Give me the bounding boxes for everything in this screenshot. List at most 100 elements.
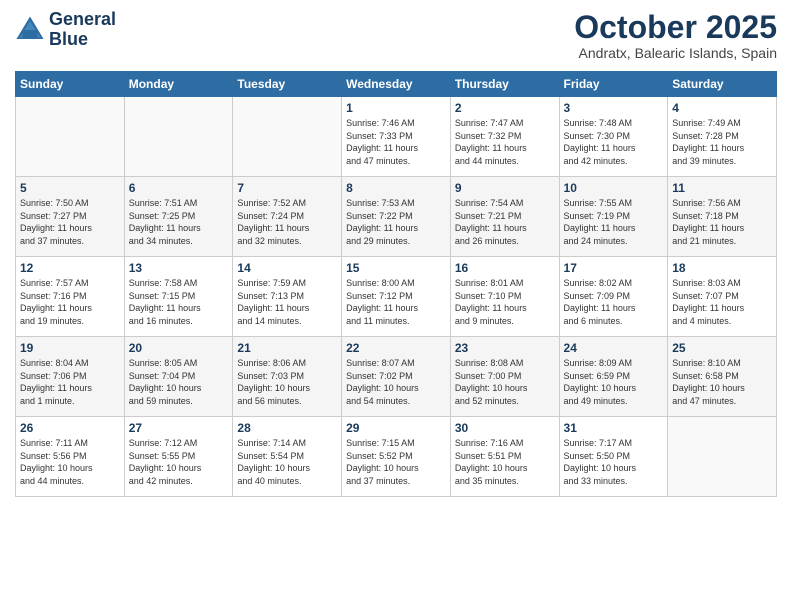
day-number: 15 <box>346 261 446 275</box>
day-number: 19 <box>20 341 120 355</box>
calendar-cell: 18 Sunrise: 8:03 AMSunset: 7:07 PMDayligh… <box>668 257 777 337</box>
day-info: Sunrise: 8:03 AMSunset: 7:07 PMDaylight:… <box>672 277 772 327</box>
day-info: Sunrise: 7:11 AMSunset: 5:56 PMDaylight:… <box>20 437 120 487</box>
day-number: 9 <box>455 181 555 195</box>
day-info: Sunrise: 7:12 AMSunset: 5:55 PMDaylight:… <box>129 437 229 487</box>
calendar-cell: 7 Sunrise: 7:52 AMSunset: 7:24 PMDaylight… <box>233 177 342 257</box>
header-day: Saturday <box>668 72 777 97</box>
page: General Blue October 2025 Andratx, Balea… <box>0 0 792 612</box>
day-number: 14 <box>237 261 337 275</box>
calendar-cell: 4Sunrise: 7:49 AMSunset: 7:28 PMDaylight… <box>668 97 777 177</box>
logo-icon <box>15 15 45 45</box>
day-info: Sunrise: 7:53 AMSunset: 7:22 PMDaylight:… <box>346 197 446 247</box>
header-day: Thursday <box>450 72 559 97</box>
header-day: Friday <box>559 72 668 97</box>
day-info: Sunrise: 8:04 AMSunset: 7:06 PMDaylight:… <box>20 357 120 407</box>
header-day: Tuesday <box>233 72 342 97</box>
calendar-cell: 27 Sunrise: 7:12 AMSunset: 5:55 PMDayligh… <box>124 417 233 497</box>
day-info: Sunrise: 7:54 AMSunset: 7:21 PMDaylight:… <box>455 197 555 247</box>
calendar-cell: 13Sunrise: 7:58 AMSunset: 7:15 PMDayligh… <box>124 257 233 337</box>
week-row: 1 Sunrise: 7:46 AMSunset: 7:33 PMDaylight… <box>16 97 777 177</box>
day-number: 24 <box>564 341 664 355</box>
day-number: 28 <box>237 421 337 435</box>
day-number: 8 <box>346 181 446 195</box>
day-info: Sunrise: 8:02 AMSunset: 7:09 PMDaylight:… <box>564 277 664 327</box>
calendar-header: SundayMondayTuesdayWednesdayThursdayFrid… <box>16 72 777 97</box>
calendar-cell: 1 Sunrise: 7:46 AMSunset: 7:33 PMDaylight… <box>342 97 451 177</box>
day-info: Sunrise: 8:06 AMSunset: 7:03 PMDaylight:… <box>237 357 337 407</box>
calendar-cell: 24Sunrise: 8:09 AMSunset: 6:59 PMDayligh… <box>559 337 668 417</box>
day-info: Sunrise: 7:56 AMSunset: 7:18 PMDaylight:… <box>672 197 772 247</box>
day-number: 30 <box>455 421 555 435</box>
calendar-cell: 20 Sunrise: 8:05 AMSunset: 7:04 PMDayligh… <box>124 337 233 417</box>
header: General Blue October 2025 Andratx, Balea… <box>15 10 777 61</box>
day-number: 18 <box>672 261 772 275</box>
day-info: Sunrise: 8:10 AMSunset: 6:58 PMDaylight:… <box>672 357 772 407</box>
day-number: 20 <box>129 341 229 355</box>
header-row: SundayMondayTuesdayWednesdayThursdayFrid… <box>16 72 777 97</box>
day-number: 21 <box>237 341 337 355</box>
calendar-cell: 8 Sunrise: 7:53 AMSunset: 7:22 PMDaylight… <box>342 177 451 257</box>
calendar-cell: 23Sunrise: 8:08 AMSunset: 7:00 PMDayligh… <box>450 337 559 417</box>
day-info: Sunrise: 7:52 AMSunset: 7:24 PMDaylight:… <box>237 197 337 247</box>
calendar-cell: 14 Sunrise: 7:59 AMSunset: 7:13 PMDayligh… <box>233 257 342 337</box>
day-info: Sunrise: 8:07 AMSunset: 7:02 PMDaylight:… <box>346 357 446 407</box>
calendar-cell: 30Sunrise: 7:16 AMSunset: 5:51 PMDayligh… <box>450 417 559 497</box>
calendar-cell: 29 Sunrise: 7:15 AMSunset: 5:52 PMDayligh… <box>342 417 451 497</box>
day-info: Sunrise: 7:47 AMSunset: 7:32 PMDaylight:… <box>455 117 555 167</box>
calendar-subtitle: Andratx, Balearic Islands, Spain <box>574 45 777 61</box>
logo-line1: General <box>49 10 116 30</box>
calendar-cell: 5 Sunrise: 7:50 AMSunset: 7:27 PMDaylight… <box>16 177 125 257</box>
calendar-cell: 3 Sunrise: 7:48 AMSunset: 7:30 PMDaylight… <box>559 97 668 177</box>
day-info: Sunrise: 7:46 AMSunset: 7:33 PMDaylight:… <box>346 117 446 167</box>
title-block: October 2025 Andratx, Balearic Islands, … <box>574 10 777 61</box>
day-number: 23 <box>455 341 555 355</box>
calendar-table: SundayMondayTuesdayWednesdayThursdayFrid… <box>15 71 777 497</box>
day-number: 5 <box>20 181 120 195</box>
day-info: Sunrise: 7:49 AMSunset: 7:28 PMDaylight:… <box>672 117 772 167</box>
day-number: 27 <box>129 421 229 435</box>
day-number: 12 <box>20 261 120 275</box>
day-info: Sunrise: 7:48 AMSunset: 7:30 PMDaylight:… <box>564 117 664 167</box>
day-number: 11 <box>672 181 772 195</box>
day-info: Sunrise: 7:55 AMSunset: 7:19 PMDaylight:… <box>564 197 664 247</box>
logo: General Blue <box>15 10 116 50</box>
calendar-body: 1 Sunrise: 7:46 AMSunset: 7:33 PMDaylight… <box>16 97 777 497</box>
calendar-cell: 6 Sunrise: 7:51 AMSunset: 7:25 PMDaylight… <box>124 177 233 257</box>
day-number: 29 <box>346 421 446 435</box>
calendar-cell: 22 Sunrise: 8:07 AMSunset: 7:02 PMDayligh… <box>342 337 451 417</box>
day-info: Sunrise: 7:14 AMSunset: 5:54 PMDaylight:… <box>237 437 337 487</box>
calendar-cell: 2 Sunrise: 7:47 AMSunset: 7:32 PMDaylight… <box>450 97 559 177</box>
day-number: 6 <box>129 181 229 195</box>
calendar-cell <box>233 97 342 177</box>
day-info: Sunrise: 8:01 AMSunset: 7:10 PMDaylight:… <box>455 277 555 327</box>
calendar-cell: 12 Sunrise: 7:57 AMSunset: 7:16 PMDayligh… <box>16 257 125 337</box>
day-info: Sunrise: 7:50 AMSunset: 7:27 PMDaylight:… <box>20 197 120 247</box>
calendar-cell: 28 Sunrise: 7:14 AMSunset: 5:54 PMDayligh… <box>233 417 342 497</box>
day-info: Sunrise: 7:57 AMSunset: 7:16 PMDaylight:… <box>20 277 120 327</box>
calendar-cell: 26 Sunrise: 7:11 AMSunset: 5:56 PMDayligh… <box>16 417 125 497</box>
day-info: Sunrise: 7:51 AMSunset: 7:25 PMDaylight:… <box>129 197 229 247</box>
calendar-cell <box>668 417 777 497</box>
logo-line2: Blue <box>49 30 116 50</box>
calendar-cell <box>124 97 233 177</box>
week-row: 19 Sunrise: 8:04 AMSunset: 7:06 PMDayligh… <box>16 337 777 417</box>
calendar-cell: 16 Sunrise: 8:01 AMSunset: 7:10 PMDayligh… <box>450 257 559 337</box>
day-info: Sunrise: 8:05 AMSunset: 7:04 PMDaylight:… <box>129 357 229 407</box>
day-number: 7 <box>237 181 337 195</box>
day-number: 16 <box>455 261 555 275</box>
day-number: 22 <box>346 341 446 355</box>
calendar-cell: 9 Sunrise: 7:54 AMSunset: 7:21 PMDaylight… <box>450 177 559 257</box>
day-number: 26 <box>20 421 120 435</box>
day-info: Sunrise: 7:59 AMSunset: 7:13 PMDaylight:… <box>237 277 337 327</box>
day-number: 3 <box>564 101 664 115</box>
day-number: 2 <box>455 101 555 115</box>
day-number: 1 <box>346 101 446 115</box>
logo-text: General Blue <box>49 10 116 50</box>
header-day: Wednesday <box>342 72 451 97</box>
day-info: Sunrise: 7:15 AMSunset: 5:52 PMDaylight:… <box>346 437 446 487</box>
calendar-cell: 31Sunrise: 7:17 AMSunset: 5:50 PMDayligh… <box>559 417 668 497</box>
calendar-cell: 21 Sunrise: 8:06 AMSunset: 7:03 PMDayligh… <box>233 337 342 417</box>
calendar-cell: 17Sunrise: 8:02 AMSunset: 7:09 PMDayligh… <box>559 257 668 337</box>
week-row: 5 Sunrise: 7:50 AMSunset: 7:27 PMDaylight… <box>16 177 777 257</box>
